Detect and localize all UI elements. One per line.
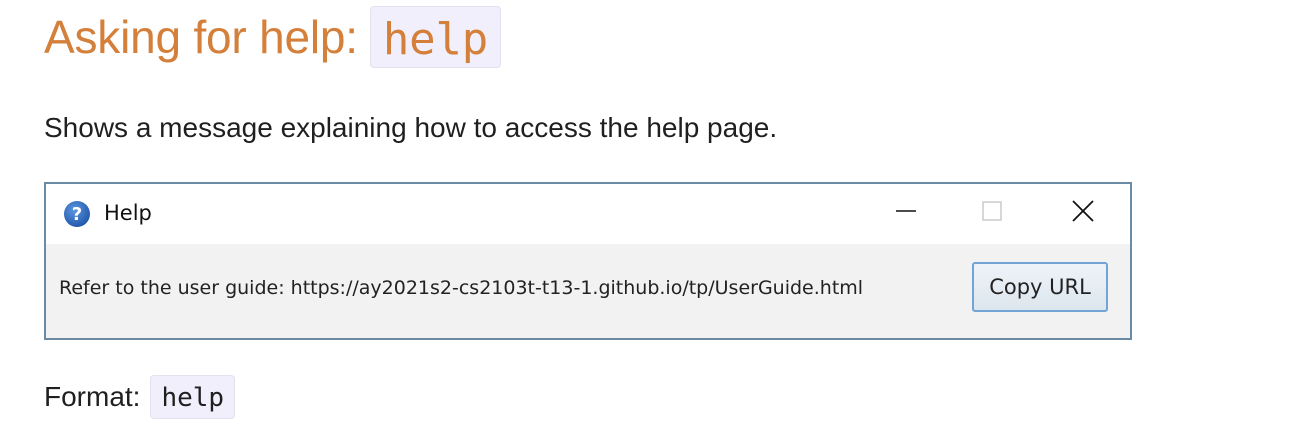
section-heading: Asking for help: help: [44, 4, 502, 70]
maximize-icon: [982, 200, 1002, 226]
heading-text: Asking for help:: [44, 11, 358, 63]
question-mark-icon: ?: [63, 200, 91, 228]
maximize-button[interactable]: [975, 196, 1009, 230]
format-line: Format: help: [44, 374, 236, 420]
close-icon: [1072, 199, 1094, 227]
section-description: Shows a message explaining how to access…: [44, 112, 778, 143]
page: Asking for help: help Shows a message ex…: [0, 0, 1304, 432]
format-label: Format:: [44, 381, 141, 412]
heading-code-chip: help: [369, 6, 502, 68]
minimize-button[interactable]: [889, 196, 923, 230]
dialog-titlebar: ? Help: [46, 184, 1130, 244]
dialog-title: Help: [104, 201, 152, 225]
minimize-icon: [896, 201, 916, 226]
copy-url-button[interactable]: Copy URL: [972, 262, 1108, 312]
dialog-message: Refer to the user guide: https://ay2021s…: [59, 277, 864, 299]
svg-text:?: ?: [72, 204, 82, 225]
help-dialog-screenshot: ? Help Refer to the user guide: https://…: [44, 182, 1132, 340]
format-code-chip: help: [150, 375, 236, 419]
close-button[interactable]: [1066, 196, 1100, 230]
